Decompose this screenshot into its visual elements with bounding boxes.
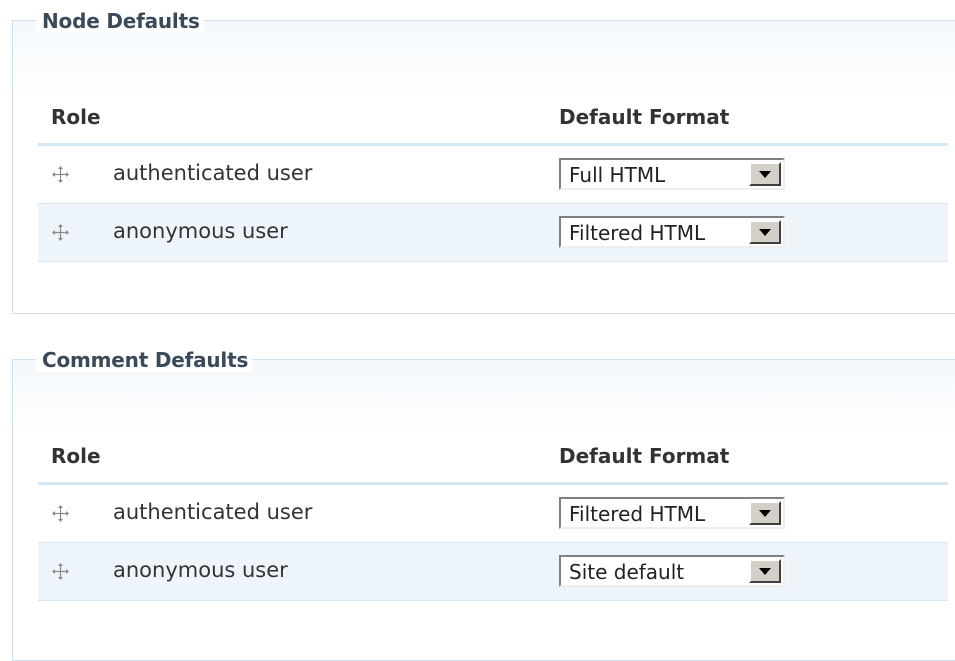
table-row: anonymous user Filtered HTML: [38, 204, 948, 262]
chevron-down-icon[interactable]: [749, 162, 781, 186]
role-column-header: Role: [51, 105, 101, 129]
comment-defaults-legend: Comment Defaults: [36, 348, 253, 372]
select-value: Filtered HTML: [569, 221, 706, 245]
format-column-header: Default Format: [559, 444, 730, 468]
select-value: Filtered HTML: [569, 502, 706, 526]
drag-handle-icon[interactable]: [52, 166, 69, 183]
node-defaults-table: Role Default Format authenticated user F…: [38, 99, 948, 262]
format-column-header: Default Format: [559, 105, 730, 129]
table-row: authenticated user Full HTML: [38, 146, 948, 204]
role-label: anonymous user: [113, 558, 288, 582]
default-format-select[interactable]: Filtered HTML: [559, 216, 785, 248]
drag-handle-icon[interactable]: [52, 505, 69, 522]
drag-handle-icon[interactable]: [52, 224, 69, 241]
node-defaults-fieldset: Node Defaults Role Default Format authen…: [12, 9, 955, 314]
drag-handle-icon[interactable]: [52, 563, 69, 580]
chevron-down-icon[interactable]: [749, 220, 781, 244]
comment-defaults-fieldset: Comment Defaults Role Default Format aut…: [12, 348, 955, 661]
role-label: anonymous user: [113, 219, 288, 243]
node-defaults-legend: Node Defaults: [36, 9, 204, 33]
table-row: authenticated user Filtered HTML: [38, 485, 948, 543]
chevron-down-icon[interactable]: [749, 501, 781, 525]
role-label: authenticated user: [113, 161, 313, 185]
comment-defaults-table: Role Default Format authenticated user F…: [38, 438, 948, 601]
role-label: authenticated user: [113, 500, 313, 524]
table-row: anonymous user Site default: [38, 543, 948, 601]
default-format-select[interactable]: Filtered HTML: [559, 497, 785, 529]
table-header: Role Default Format: [38, 99, 948, 146]
default-format-select[interactable]: Site default: [559, 555, 785, 587]
chevron-down-icon[interactable]: [749, 559, 781, 583]
table-header: Role Default Format: [38, 438, 948, 485]
select-value: Full HTML: [569, 163, 666, 187]
default-format-select[interactable]: Full HTML: [559, 158, 785, 190]
role-column-header: Role: [51, 444, 101, 468]
select-value: Site default: [569, 560, 685, 584]
